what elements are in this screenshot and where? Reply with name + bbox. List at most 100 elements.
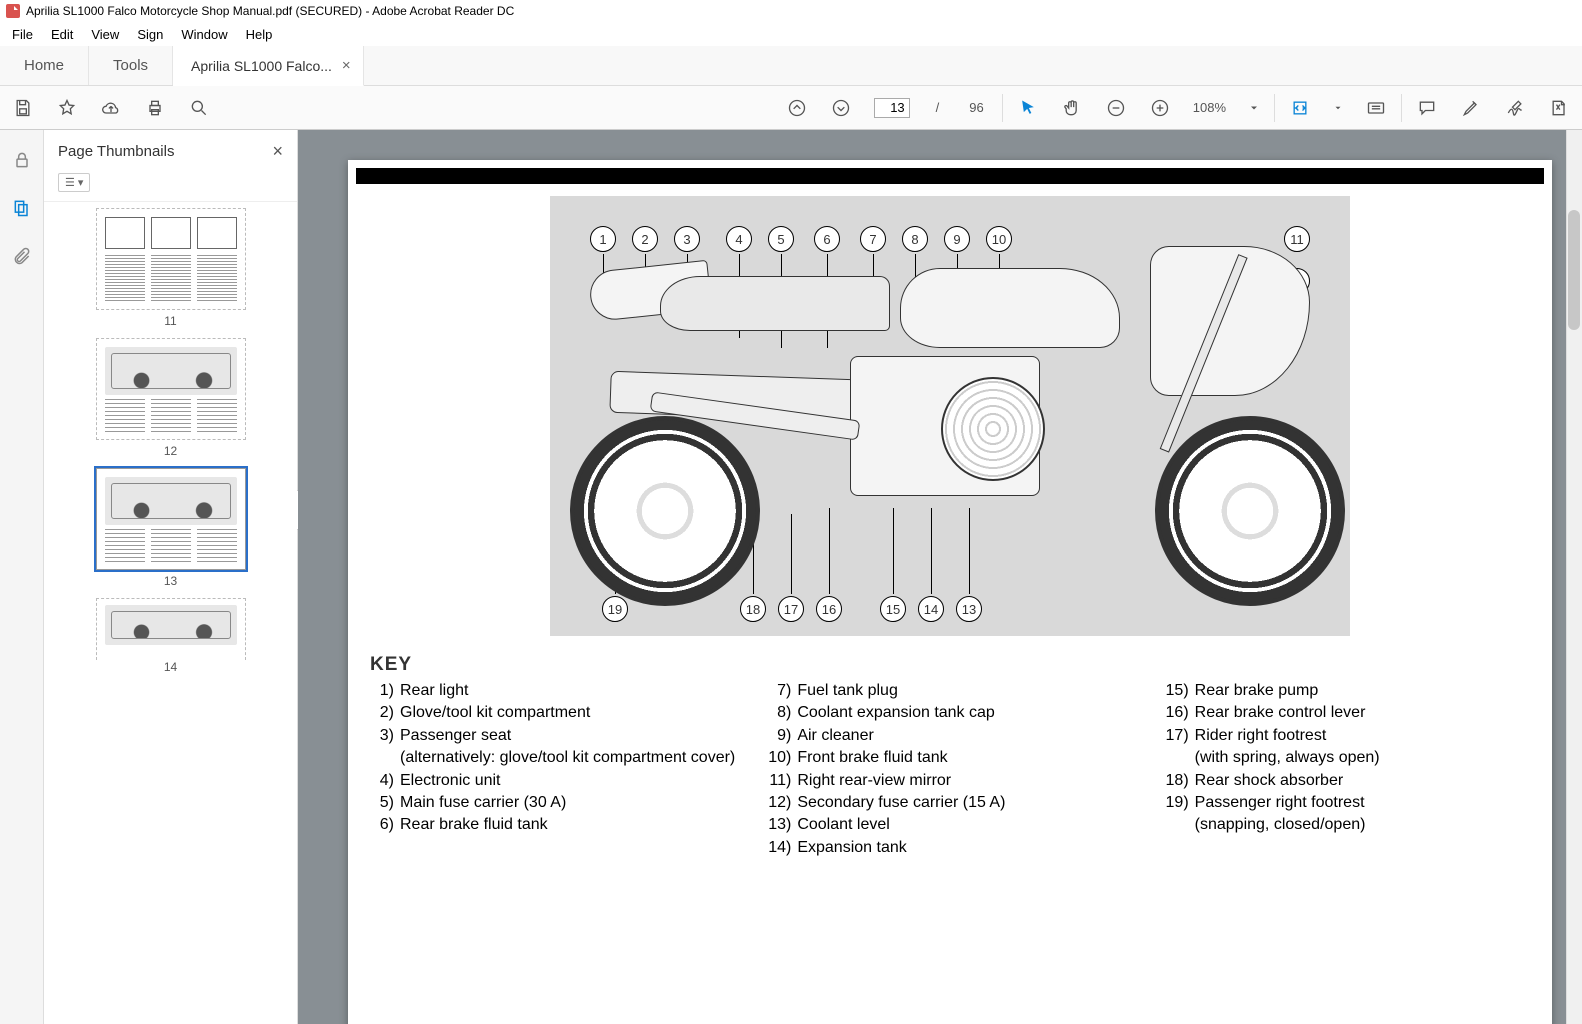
- motorcycle-illustration: [580, 286, 1320, 586]
- zoom-in-icon[interactable]: [1149, 97, 1171, 119]
- key-heading: KEY: [370, 654, 1530, 676]
- close-icon[interactable]: ×: [342, 57, 351, 74]
- zoom-out-icon[interactable]: [1105, 97, 1127, 119]
- callout-10: 10: [986, 226, 1012, 252]
- thumbnail-label: 13: [164, 574, 177, 588]
- thumbnail-label: 12: [164, 444, 177, 458]
- callout-6: 6: [814, 226, 840, 252]
- key-column-2: 7)Fuel tank plug8)Coolant expansion tank…: [767, 680, 1132, 859]
- callout-9: 9: [944, 226, 970, 252]
- hand-tool-icon[interactable]: [1061, 97, 1083, 119]
- page-up-icon[interactable]: [786, 97, 808, 119]
- key-item: (with spring, always open): [1165, 747, 1530, 769]
- menubar: File Edit View Sign Window Help: [0, 22, 1582, 46]
- thumbnail-11[interactable]: 11: [96, 208, 246, 328]
- stamp-icon[interactable]: [1548, 97, 1570, 119]
- callout-17: 17: [778, 596, 804, 622]
- key-item: 17)Rider right footrest: [1165, 725, 1530, 747]
- thumbnails-pane: Page Thumbnails × ☰ ▾ 11 12 13 14 ◂: [44, 130, 298, 1024]
- toolbar: / 96 108%: [0, 86, 1582, 130]
- key-item: (alternatively: glove/tool kit compartme…: [370, 747, 735, 769]
- zoom-value[interactable]: 108%: [1193, 100, 1226, 115]
- thumbnail-label: 11: [164, 314, 176, 328]
- page-separator: /: [936, 100, 940, 115]
- print-icon[interactable]: [144, 97, 166, 119]
- attachment-icon[interactable]: [10, 244, 34, 268]
- fit-width-icon[interactable]: [1289, 97, 1311, 119]
- search-icon[interactable]: [188, 97, 210, 119]
- menu-window[interactable]: Window: [173, 25, 235, 44]
- tab-document[interactable]: Aprilia SL1000 Falco... ×: [173, 46, 364, 86]
- thumbnail-13[interactable]: 13: [96, 468, 246, 588]
- key-item: 11)Right rear-view mirror: [767, 770, 1132, 792]
- page-number-input[interactable]: [874, 98, 910, 118]
- document-viewer[interactable]: 1 2 3 4 5 6 7 8 9 10 11 12: [298, 130, 1582, 1024]
- cloud-icon[interactable]: [100, 97, 122, 119]
- lock-icon[interactable]: [10, 148, 34, 172]
- tab-strip: Home Tools Aprilia SL1000 Falco... ×: [0, 46, 1582, 86]
- callout-18: 18: [740, 596, 766, 622]
- key-item: 18)Rear shock absorber: [1165, 770, 1530, 792]
- page-total: 96: [969, 100, 983, 115]
- scrollbar-thumb[interactable]: [1568, 210, 1580, 330]
- key-item: 8)Coolant expansion tank cap: [767, 702, 1132, 724]
- document-page: 1 2 3 4 5 6 7 8 9 10 11 12: [348, 160, 1552, 1024]
- callout-14: 14: [918, 596, 944, 622]
- key-item: 12)Secondary fuse carrier (15 A): [767, 792, 1132, 814]
- key-item: 4)Electronic unit: [370, 770, 735, 792]
- comment-icon[interactable]: [1416, 97, 1438, 119]
- key-item: 7)Fuel tank plug: [767, 680, 1132, 702]
- thumbnails-options[interactable]: ☰ ▾: [58, 173, 90, 192]
- page-down-icon[interactable]: [830, 97, 852, 119]
- thumbnails-list[interactable]: 11 12 13 14: [44, 202, 297, 1024]
- zoom-dropdown-icon[interactable]: [1248, 97, 1260, 119]
- menu-edit[interactable]: Edit: [43, 25, 81, 44]
- key-column-1: 1)Rear light2)Glove/tool kit compartment…: [370, 680, 735, 859]
- key-item: 19)Passenger right footrest: [1165, 792, 1530, 814]
- callout-8: 8: [902, 226, 928, 252]
- callout-3: 3: [674, 226, 700, 252]
- star-icon[interactable]: [56, 97, 78, 119]
- callout-5: 5: [768, 226, 794, 252]
- callout-15: 15: [880, 596, 906, 622]
- thumbnail-12[interactable]: 12: [96, 338, 246, 458]
- scrollbar[interactable]: [1566, 130, 1582, 1024]
- callout-19: 19: [602, 596, 628, 622]
- menu-view[interactable]: View: [83, 25, 127, 44]
- thumbnails-title: Page Thumbnails: [58, 143, 174, 160]
- callout-1: 1: [590, 226, 616, 252]
- callout-16: 16: [816, 596, 842, 622]
- callout-11: 11: [1284, 226, 1310, 252]
- titlebar: Aprilia SL1000 Falco Motorcycle Shop Man…: [0, 0, 1582, 22]
- highlight-icon[interactable]: [1460, 97, 1482, 119]
- sign-icon[interactable]: [1504, 97, 1526, 119]
- select-tool-icon[interactable]: [1017, 97, 1039, 119]
- motorcycle-diagram: 1 2 3 4 5 6 7 8 9 10 11 12: [550, 196, 1350, 636]
- save-icon[interactable]: [12, 97, 34, 119]
- tab-home[interactable]: Home: [0, 46, 89, 85]
- key-item: 15)Rear brake pump: [1165, 680, 1530, 702]
- tab-document-label: Aprilia SL1000 Falco...: [191, 58, 332, 74]
- key-item: 10)Front brake fluid tank: [767, 747, 1132, 769]
- read-mode-icon[interactable]: [1365, 97, 1387, 119]
- menu-help[interactable]: Help: [238, 25, 281, 44]
- key-item: 16)Rear brake control lever: [1165, 702, 1530, 724]
- menu-file[interactable]: File: [4, 25, 41, 44]
- pdf-icon: [6, 4, 20, 18]
- tab-tools[interactable]: Tools: [89, 46, 173, 85]
- callout-13: 13: [956, 596, 982, 622]
- key-item: 9)Air cleaner: [767, 725, 1132, 747]
- key-item: 6)Rear brake fluid tank: [370, 814, 735, 836]
- close-thumbnails-icon[interactable]: ×: [272, 141, 283, 162]
- key-item: 1)Rear light: [370, 680, 735, 702]
- thumbnail-14[interactable]: 14: [96, 598, 246, 674]
- menu-sign[interactable]: Sign: [129, 25, 171, 44]
- key-item: 14)Expansion tank: [767, 837, 1132, 859]
- thumbnails-icon[interactable]: [10, 196, 34, 220]
- window-title: Aprilia SL1000 Falco Motorcycle Shop Man…: [26, 4, 514, 18]
- key-item: 13)Coolant level: [767, 814, 1132, 836]
- key-item: 3)Passenger seat: [370, 725, 735, 747]
- page-header-bar: [356, 168, 1544, 184]
- callout-2: 2: [632, 226, 658, 252]
- fit-dropdown-icon[interactable]: [1333, 97, 1343, 119]
